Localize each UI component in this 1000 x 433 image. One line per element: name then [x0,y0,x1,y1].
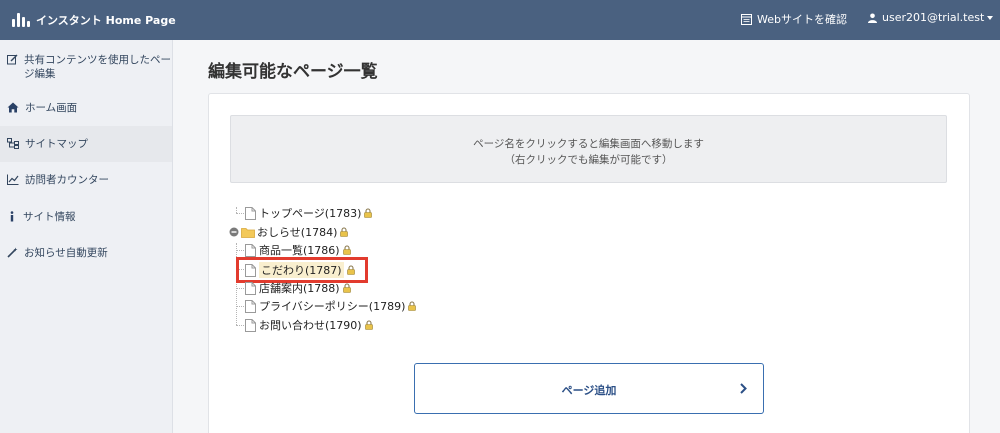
tree-connector [236,243,237,325]
sidebar-item-sitemap[interactable]: サイトマップ [0,126,172,162]
chart-icon [7,174,19,185]
tree-connector [236,325,244,326]
top-navbar: インスタント Home Page Webサイトを確認 user201@trial… [0,0,1000,40]
sidebar-item-label: サイトマップ [25,138,88,150]
sidebar-item-label: 共有コンテンツを使用したページ編集 [24,54,171,80]
app-title: インスタント Home Page [36,14,176,27]
lock-icon [364,208,373,218]
tree-item-label: 商品一覧(1786) [259,244,340,257]
lock-icon [364,320,373,330]
document-icon [245,299,256,313]
brand-logo-icon [12,13,30,27]
sidebar-item-site-info[interactable]: サイト情報 [0,210,172,224]
page-title: 編集可能なページ一覧 [208,62,378,82]
view-site-link[interactable]: Webサイトを確認 [741,11,847,27]
sidebar-item-label: お知らせ自動更新 [24,247,108,259]
tree-connector [236,306,244,307]
tree-connector [236,213,244,214]
home-icon [7,102,19,113]
tree-item-products[interactable]: 商品一覧(1786) [245,242,351,258]
tree-item-contact[interactable]: お問い合わせ(1790) [245,317,373,333]
notice-line-1: ページ名をクリックすると編集画面へ移動します [473,138,704,150]
document-icon [245,206,256,220]
chevron-right-icon [740,383,747,394]
sidebar-item-label: ホーム画面 [25,102,78,114]
view-site-label: Webサイトを確認 [757,13,847,26]
document-icon [245,243,256,257]
folder-icon [241,227,255,238]
tree-item-label: 店舗案内(1788) [259,282,340,295]
browser-window-icon [741,13,752,25]
lock-icon [342,283,351,293]
sidebar-item-shared-content-edit[interactable]: 共有コンテンツを使用したページ編集 [0,53,172,81]
lock-icon [342,245,351,255]
tree-connector [236,288,244,289]
user-menu[interactable]: user201@trial.test [868,11,994,24]
user-icon [868,13,877,23]
document-icon [245,318,256,332]
tree-item-news-folder[interactable]: おしらせ(1784) [229,224,349,240]
tree-item-label: トップページ(1783) [259,207,362,220]
sidebar-item-visitor-counter[interactable]: 訪問者カウンター [0,173,172,187]
edit-icon [7,54,18,65]
tree-item-label: プライバシーポリシー(1789) [259,300,406,313]
add-page-label: ページ追加 [561,384,617,397]
user-email: user201@trial.test [882,11,985,24]
document-icon [245,281,256,295]
sidebar-item-label: サイト情報 [23,211,76,223]
info-icon [10,211,14,222]
collapse-toggle-icon[interactable] [229,227,239,237]
tree-item-privacy-policy[interactable]: プライバシーポリシー(1789) [245,298,417,314]
lock-icon [340,227,349,237]
tree-item-store-info[interactable]: 店舗案内(1788) [245,280,351,296]
sidebar: 共有コンテンツを使用したページ編集 ホーム画面 サイトマップ 訪問者カウンター … [0,40,173,433]
sitemap-icon [7,138,19,149]
instruction-notice: ページ名をクリックすると編集画面へ移動します （右クリックでも編集が可能です） [230,115,947,183]
add-page-button[interactable]: ページ追加 [414,363,764,414]
tree-item-label: お問い合わせ(1790) [259,319,362,332]
sidebar-item-home[interactable]: ホーム画面 [0,101,172,115]
tree-item-label: おしらせ(1784) [257,226,338,239]
tree-item-top-page[interactable]: トップページ(1783) [245,205,373,221]
brand[interactable]: インスタント Home Page [12,11,176,29]
lock-icon [408,301,417,311]
tree-connector [236,250,244,251]
sidebar-item-auto-news-update[interactable]: お知らせ自動更新 [0,246,172,260]
sidebar-item-label: 訪問者カウンター [25,174,109,186]
chevron-down-icon [987,15,994,20]
notice-line-2: （右クリックでも編集が可能です） [504,154,673,166]
magic-wand-icon [7,247,18,258]
